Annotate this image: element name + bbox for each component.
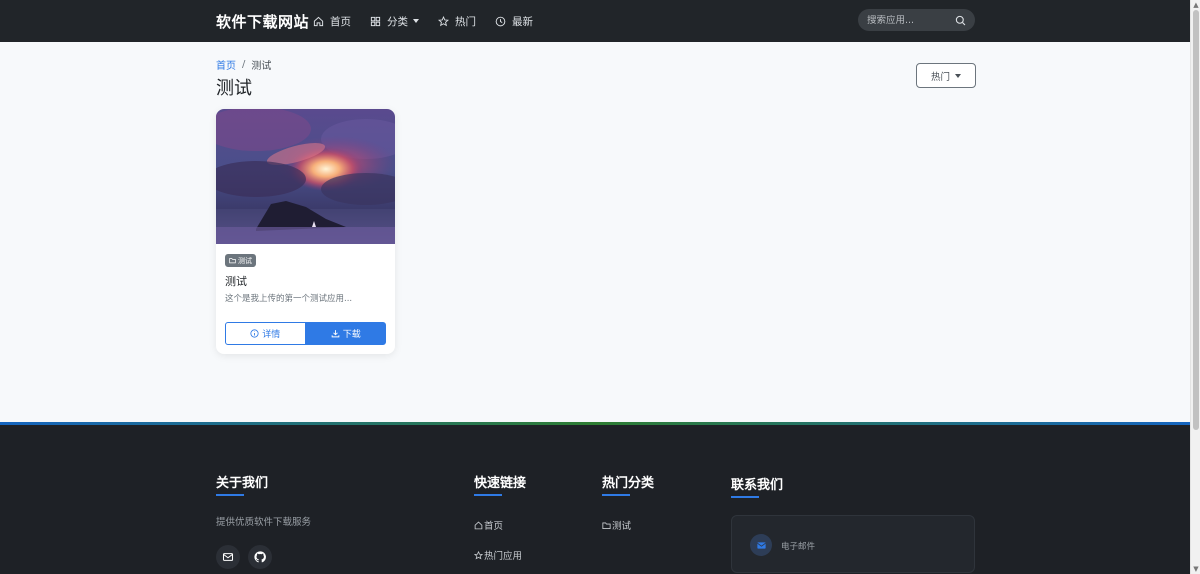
breadcrumb-current: 测试 bbox=[251, 61, 272, 72]
grid-icon bbox=[370, 16, 381, 26]
star-icon bbox=[474, 550, 483, 559]
footer-quick-links-heading: 快速链接 bbox=[474, 476, 527, 491]
heading-underline bbox=[216, 494, 244, 496]
footer-divider bbox=[0, 422, 1190, 425]
nav-item-label: 最新 bbox=[512, 15, 533, 28]
app-card[interactable]: 测试 测试 这个是我上传的第一个测试应用... 详情 下载 bbox=[216, 109, 395, 354]
main-nav: 首页 分类 热门 最新 bbox=[313, 0, 552, 42]
nav-item-home[interactable]: 首页 bbox=[313, 14, 351, 29]
home-icon bbox=[313, 16, 324, 26]
download-icon bbox=[331, 330, 340, 338]
envelope-icon bbox=[222, 553, 234, 561]
detail-button[interactable]: 详情 bbox=[225, 322, 306, 345]
page-title: 测试 bbox=[216, 78, 252, 99]
footer-contact-heading: 联系我们 bbox=[731, 478, 784, 493]
sort-dropdown-button[interactable]: 热门 bbox=[916, 63, 976, 88]
page-scrollbar[interactable]: ▲ ▼ bbox=[1190, 0, 1200, 574]
envelope-icon bbox=[750, 534, 772, 556]
footer-link-popular-apps[interactable]: 热门应用 bbox=[474, 548, 522, 562]
star-icon bbox=[438, 15, 449, 26]
category-badge[interactable]: 测试 bbox=[225, 254, 256, 267]
breadcrumb-home-link[interactable]: 首页 bbox=[216, 57, 236, 72]
heading-underline bbox=[731, 496, 759, 498]
app-description: 这个是我上传的第一个测试应用... bbox=[225, 294, 353, 304]
nav-item-categories[interactable]: 分类 bbox=[370, 14, 419, 29]
scroll-up-icon[interactable]: ▲ bbox=[1192, 1, 1200, 9]
nav-item-label: 首页 bbox=[330, 15, 351, 28]
app-title[interactable]: 测试 bbox=[225, 273, 247, 289]
scroll-down-icon[interactable]: ▼ bbox=[1192, 565, 1200, 573]
chevron-down-icon bbox=[413, 19, 419, 23]
info-icon bbox=[250, 329, 259, 338]
footer-popular-categories-heading: 热门分类 bbox=[602, 476, 655, 491]
home-icon bbox=[474, 521, 483, 529]
category-badge-label: 测试 bbox=[238, 256, 252, 265]
footer-link-label: 测试 bbox=[612, 521, 632, 532]
download-button[interactable]: 下载 bbox=[305, 322, 386, 345]
heading-underline bbox=[474, 494, 502, 496]
nav-item-popular[interactable]: 热门 bbox=[438, 14, 476, 29]
email-social-button[interactable] bbox=[216, 545, 240, 569]
nav-item-latest[interactable]: 最新 bbox=[495, 14, 533, 29]
top-navbar: 软件下载网站 首页 分类 热门 最新 bbox=[0, 0, 1190, 42]
heading-underline bbox=[602, 494, 630, 496]
footer-link-label: 首页 bbox=[484, 521, 504, 532]
clock-icon bbox=[495, 16, 506, 26]
search-icon[interactable] bbox=[955, 15, 966, 26]
site-footer: 关于我们 提供优质软件下载服务 快速链接 首页 热门应用 热门分类 测试 联系我… bbox=[0, 422, 1190, 574]
contact-email-label: 电子邮件 bbox=[781, 542, 816, 552]
detail-button-label: 详情 bbox=[262, 330, 281, 340]
sort-label: 热门 bbox=[930, 71, 950, 83]
breadcrumb-separator: / bbox=[242, 59, 246, 70]
app-actions: 详情 下载 bbox=[225, 322, 386, 345]
scrollbar-thumb[interactable] bbox=[1193, 10, 1199, 430]
breadcrumb: 首页 / 测试 bbox=[216, 57, 271, 72]
search-input[interactable] bbox=[867, 14, 947, 26]
nav-item-label: 分类 bbox=[387, 15, 408, 28]
footer-about-text: 提供优质软件下载服务 bbox=[216, 517, 312, 528]
app-cover-image[interactable] bbox=[216, 109, 395, 244]
chevron-down-icon bbox=[955, 73, 961, 78]
footer-category-link[interactable]: 测试 bbox=[602, 518, 631, 532]
nav-item-label: 热门 bbox=[455, 15, 476, 28]
folder-icon bbox=[602, 522, 611, 529]
folder-icon bbox=[229, 258, 236, 264]
footer-about-heading: 关于我们 bbox=[216, 476, 269, 491]
contact-email-card[interactable]: 电子邮件 bbox=[731, 515, 975, 573]
footer-link-label: 热门应用 bbox=[484, 551, 523, 562]
github-icon bbox=[254, 551, 266, 563]
site-brand[interactable]: 软件下载网站 bbox=[216, 11, 309, 32]
download-button-label: 下载 bbox=[342, 330, 361, 340]
search-box bbox=[858, 9, 975, 31]
github-social-button[interactable] bbox=[248, 545, 272, 569]
footer-link-home[interactable]: 首页 bbox=[474, 518, 503, 532]
